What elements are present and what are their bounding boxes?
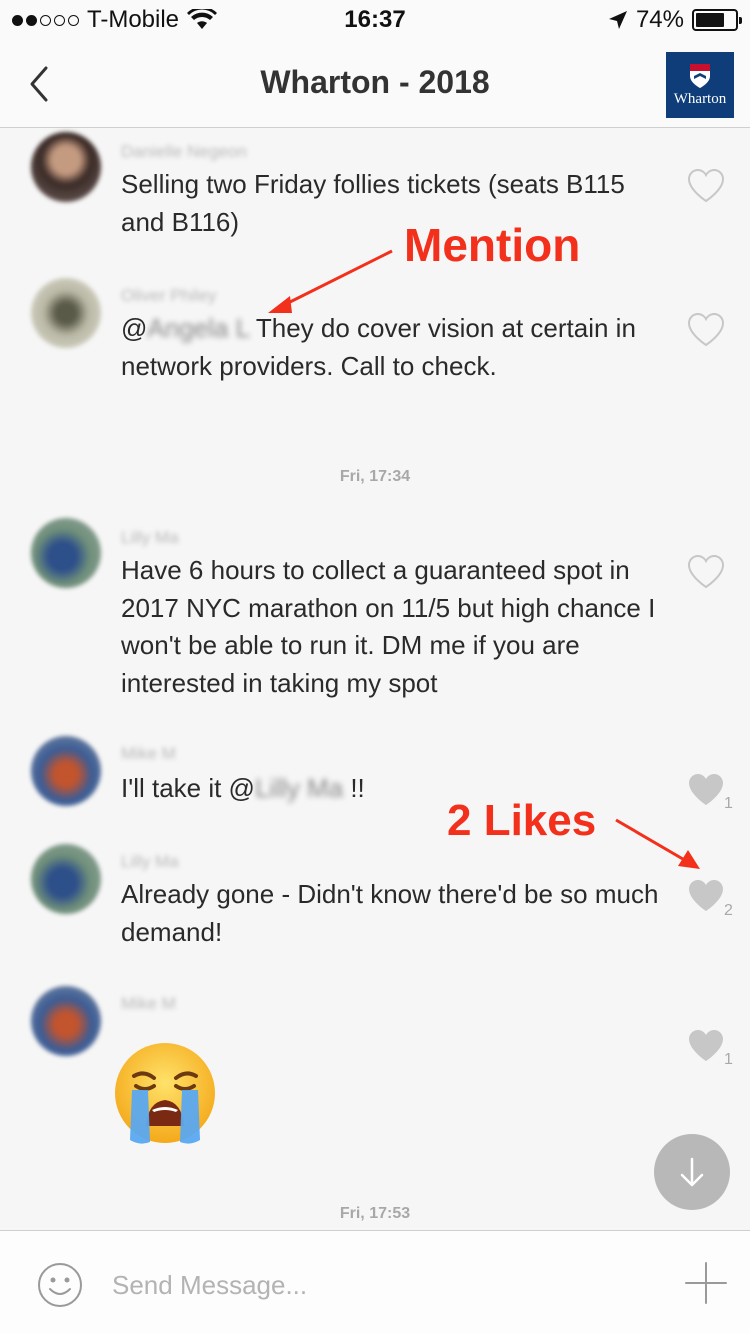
plus-icon[interactable] bbox=[684, 1261, 728, 1305]
status-bar: T-Mobile 16:37 74% bbox=[0, 0, 750, 40]
emoji-picker-icon[interactable] bbox=[36, 1261, 84, 1309]
battery-icon bbox=[692, 9, 742, 31]
heart-filled-icon[interactable] bbox=[686, 1028, 726, 1064]
likes-annotation: 2 Likes bbox=[447, 796, 597, 845]
avatar[interactable] bbox=[31, 736, 101, 806]
mention-name[interactable]: Lilly Ma bbox=[255, 773, 343, 803]
likes-arrow-line bbox=[615, 818, 689, 864]
mention-annotation: Mention bbox=[404, 219, 581, 271]
status-right: 74% bbox=[608, 6, 742, 34]
message-input-bar bbox=[0, 1230, 750, 1334]
avatar[interactable] bbox=[31, 986, 101, 1056]
logo-label: Wharton bbox=[673, 90, 727, 107]
mention-prefix: @ bbox=[121, 313, 148, 343]
message-author: Mike M bbox=[121, 744, 176, 763]
page-title: Wharton - 2018 bbox=[260, 64, 490, 100]
heart-filled-icon[interactable] bbox=[686, 878, 726, 914]
message-text: Selling two Friday follies tickets (seat… bbox=[121, 169, 625, 237]
timestamp: Fri, 17:53 bbox=[339, 1205, 411, 1222]
battery-percentage: 74% bbox=[635, 6, 684, 33]
message-input[interactable] bbox=[112, 1261, 632, 1309]
likes-arrow-head bbox=[678, 850, 700, 869]
nav-bar: Wharton - 2018 Wharton bbox=[0, 40, 750, 128]
arrow-down-icon bbox=[680, 1157, 704, 1187]
message-author: Lilly Ma bbox=[121, 852, 179, 871]
mention-name[interactable]: Angela L bbox=[147, 313, 249, 343]
message-text: @Angela L They do cover vision at certai… bbox=[121, 310, 669, 385]
like-count: 1 bbox=[724, 1051, 733, 1068]
message-body: I'll take it @ bbox=[121, 773, 255, 803]
avatar[interactable] bbox=[31, 844, 101, 914]
message-author: Mike M bbox=[121, 994, 176, 1013]
message-text: Already gone - Didn't know there'd be so… bbox=[121, 879, 659, 947]
message-author: Oliver Philey bbox=[121, 286, 217, 305]
heart-outline-icon[interactable] bbox=[686, 554, 726, 590]
avatar[interactable] bbox=[31, 132, 101, 202]
mention-arrow-line bbox=[281, 249, 393, 308]
heart-outline-icon[interactable] bbox=[686, 312, 726, 348]
shield-icon bbox=[690, 63, 710, 88]
timestamp: Fri, 17:34 bbox=[339, 468, 411, 485]
like-count: 1 bbox=[724, 795, 733, 812]
message-author: Danielle Negeon bbox=[121, 142, 247, 161]
location-arrow-icon bbox=[608, 11, 627, 29]
message-body-suffix: !! bbox=[343, 773, 365, 803]
crying-face-emoji-icon bbox=[115, 1043, 215, 1144]
like-count: 2 bbox=[724, 902, 733, 919]
heart-outline-icon[interactable] bbox=[686, 168, 726, 204]
battery-level bbox=[696, 13, 725, 27]
message-author: Lilly Ma bbox=[121, 528, 179, 547]
heart-filled-icon[interactable] bbox=[686, 772, 726, 808]
avatar[interactable] bbox=[31, 278, 101, 348]
group-logo[interactable]: Wharton bbox=[666, 52, 734, 118]
avatar[interactable] bbox=[31, 518, 101, 588]
message-text: Have 6 hours to collect a guaranteed spo… bbox=[121, 555, 656, 698]
scroll-to-bottom-button[interactable] bbox=[654, 1134, 730, 1210]
